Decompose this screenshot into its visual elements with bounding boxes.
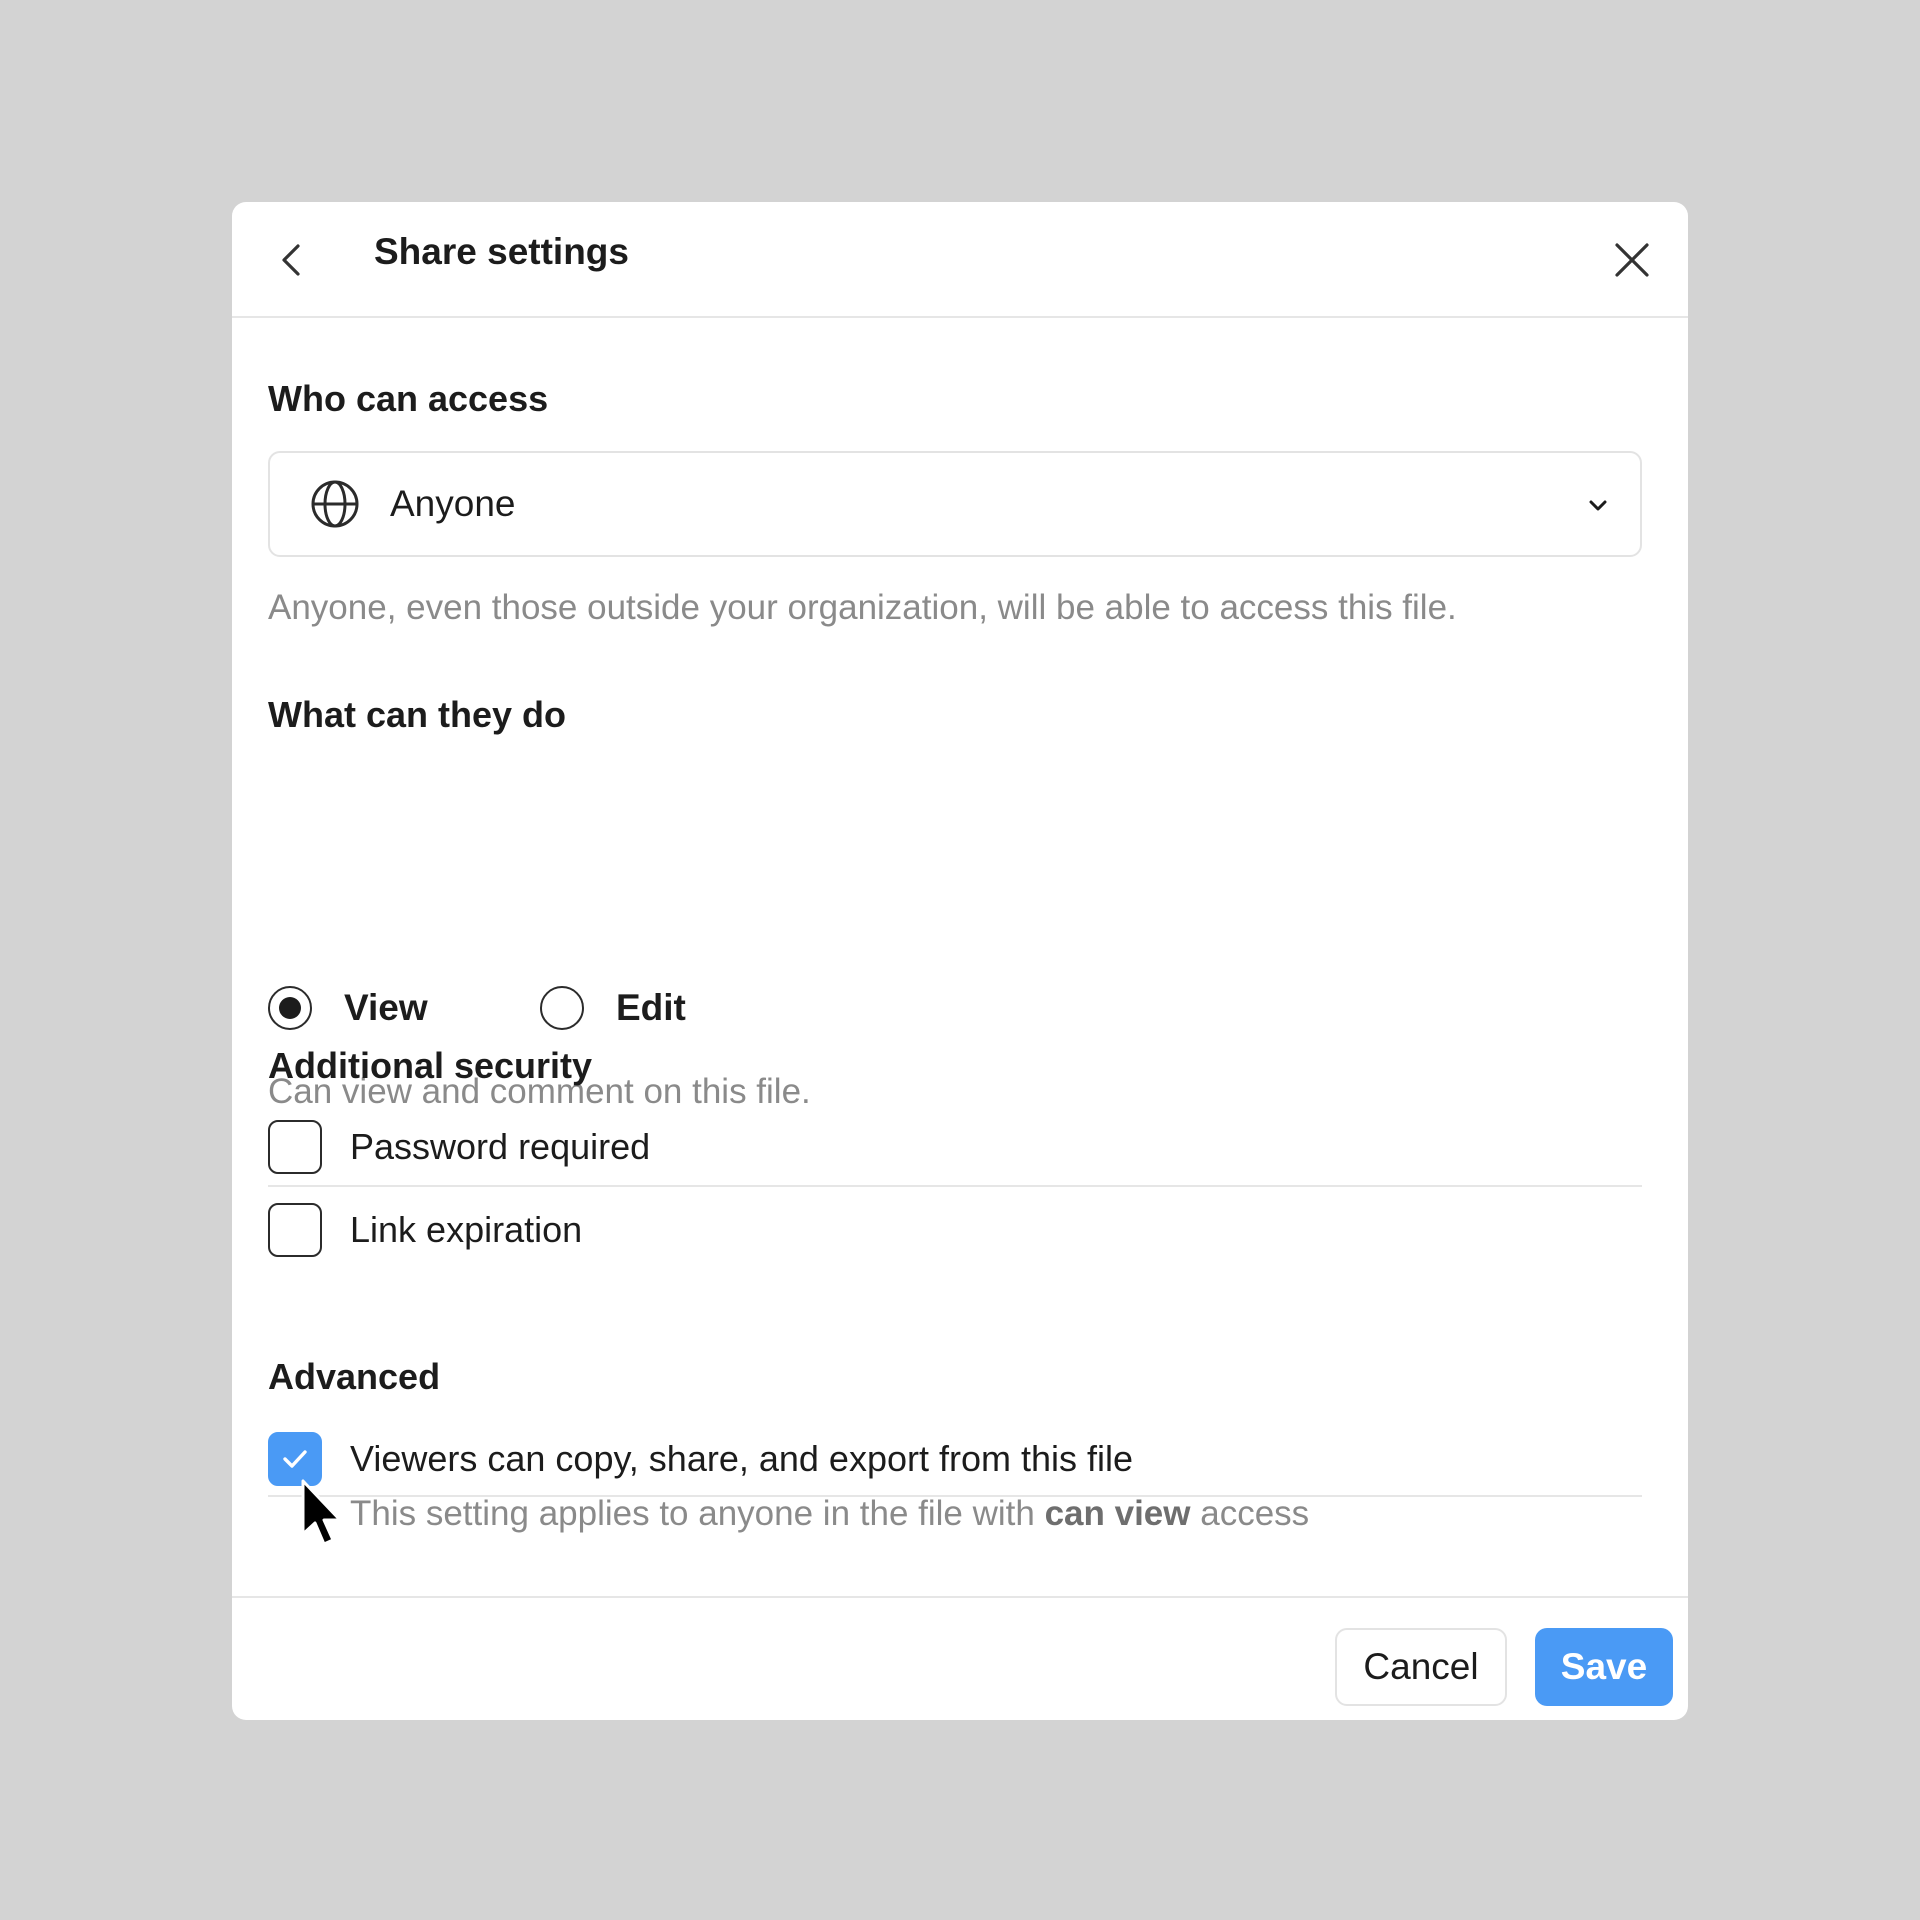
radio-edit-label: Edit	[616, 987, 686, 1028]
checkbox-viewers-can-copy-label: Viewers can copy, share, and export from…	[350, 1438, 1134, 1479]
mouse-pointer-icon	[301, 1479, 342, 1546]
dialog-footer: Cancel Save	[232, 1596, 1688, 1720]
advanced-help-suffix: access	[1190, 1494, 1310, 1533]
access-select[interactable]: Anyone	[268, 451, 1642, 557]
checkbox-link-expiration[interactable]: Link expiration	[268, 1203, 582, 1257]
dialog-header: Share settings	[232, 202, 1688, 318]
checkbox-password-required-box[interactable]	[268, 1120, 322, 1174]
security-section-title: Additional security	[268, 1045, 593, 1086]
radio-view-indicator[interactable]	[268, 986, 312, 1030]
close-button[interactable]	[1602, 230, 1662, 290]
access-section-title: Who can access	[268, 378, 549, 419]
permissions-section-title: What can they do	[268, 694, 567, 735]
dialog-title: Share settings	[374, 231, 629, 272]
permission-radio-group: View Edit	[268, 985, 1068, 1031]
close-icon	[1615, 243, 1649, 277]
radio-view[interactable]: View	[268, 985, 428, 1031]
chevron-down-icon	[1589, 500, 1607, 511]
radio-view-label: View	[344, 987, 428, 1028]
advanced-section-title: Advanced	[268, 1356, 441, 1397]
share-settings-dialog: Share settings Who can access Anyone Any…	[232, 202, 1688, 1720]
access-help-text: Anyone, even those outside your organiza…	[268, 588, 1457, 627]
radio-edit-indicator[interactable]	[540, 986, 584, 1030]
checkbox-password-required-label: Password required	[350, 1126, 651, 1167]
advanced-help-text: This setting applies to anyone in the fi…	[350, 1494, 1309, 1534]
save-button[interactable]: Save	[1535, 1628, 1673, 1706]
checkmark-icon	[283, 1450, 307, 1468]
cancel-button[interactable]: Cancel	[1335, 1628, 1507, 1706]
access-select-value: Anyone	[390, 483, 516, 524]
radio-edit[interactable]: Edit	[540, 985, 686, 1031]
checkbox-link-expiration-label: Link expiration	[350, 1209, 583, 1250]
advanced-help-prefix: This setting applies to anyone in the fi…	[350, 1494, 1045, 1533]
divider	[268, 1185, 1642, 1187]
checkbox-viewers-can-copy[interactable]: Viewers can copy, share, and export from…	[268, 1432, 1133, 1486]
checkbox-password-required[interactable]: Password required	[268, 1120, 650, 1174]
back-button[interactable]	[264, 232, 320, 288]
checkbox-link-expiration-box[interactable]	[268, 1203, 322, 1257]
globe-icon	[311, 480, 359, 528]
chevron-left-icon	[282, 244, 300, 276]
advanced-help-bold: can view	[1044, 1494, 1191, 1533]
